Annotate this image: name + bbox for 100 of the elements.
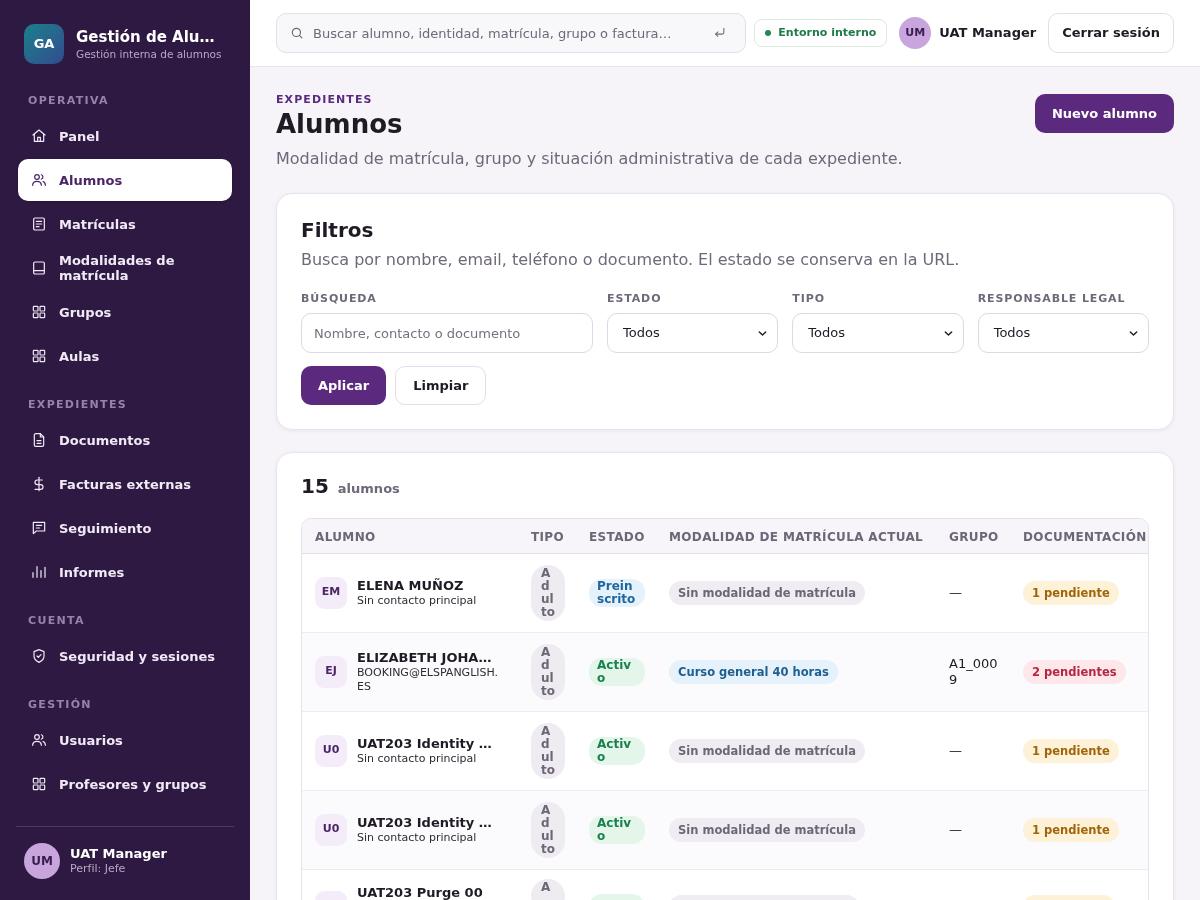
search-input[interactable]: Nombre, contacto o documento	[301, 313, 593, 353]
new-student-button[interactable]: Nuevo alumno	[1034, 94, 1174, 133]
sidebar-item[interactable]: Modalidades de matrícula	[18, 247, 232, 289]
filters-description: Busca por nombre, email, teléfono o documento. El estado se conserva en la URL.	[301, 249, 961, 271]
filter-label: BÚSQUEDA	[301, 292, 378, 306]
initials-avatar: EJ	[315, 655, 347, 688]
house-icon	[31, 128, 47, 144]
group-name: A1_0009	[949, 655, 999, 688]
status-badge: Activo	[589, 815, 645, 844]
documentation-badge: 1 pendiente	[1023, 818, 1119, 843]
initials-avatar: U0	[315, 734, 347, 767]
sidebar-item[interactable]: Seguimiento	[18, 507, 232, 549]
app-title: Gestión de Alu…	[76, 27, 216, 47]
column-header: MODALIDAD DE MATRÍCULA ACTUAL	[669, 529, 924, 544]
grid-icon	[31, 776, 47, 792]
filter-label: ESTADO	[607, 292, 663, 306]
logout-button[interactable]: Cerrar sesión	[1048, 13, 1174, 53]
status-badge: Activo	[589, 736, 645, 765]
filter-label: TIPO	[792, 292, 826, 306]
student-name: UAT203 Purge 00	[357, 885, 484, 899]
book-icon	[31, 260, 47, 276]
user-avatar: UM	[24, 843, 60, 879]
initials-avatar: EM	[315, 576, 347, 609]
type-badge: Adulto	[531, 564, 565, 621]
search-icon	[290, 26, 304, 40]
section-label: CUENTA	[27, 614, 86, 628]
result-count-label: alumnos	[337, 480, 400, 498]
student-name: UAT203 Identity …	[357, 735, 493, 752]
documentation-badge: 1 pendiente	[1023, 581, 1119, 606]
column-header: GRUPO	[949, 529, 999, 544]
student-contact: Sin contacto principal	[357, 830, 478, 845]
modality-badge: Sin modalidad de matrícula	[669, 818, 865, 843]
sidebar-item[interactable]: Panel	[18, 115, 232, 157]
modality-badge: Sin modalidad de matrícula	[669, 739, 865, 764]
sidebar-item[interactable]: Informes	[18, 551, 232, 593]
apply-button[interactable]: Aplicar	[301, 366, 387, 405]
group-name: —	[949, 584, 963, 601]
column-header: ESTADO	[589, 529, 645, 544]
status-badge: Activo	[589, 657, 645, 686]
sidebar-item[interactable]: Facturas externas	[18, 463, 232, 505]
grid-icon	[31, 348, 47, 364]
filter-label: RESPONSABLE LEGAL	[977, 292, 1127, 306]
select-field[interactable]: Todos	[792, 313, 964, 353]
column-header: DOCUMENTACIÓN	[1023, 529, 1147, 544]
logo-tile: GA	[24, 24, 64, 64]
type-badge: A	[531, 878, 565, 900]
group-name: —	[949, 821, 963, 838]
documentation-badge: 2 pendientes	[1023, 660, 1126, 685]
section-label: OPERATIVA	[27, 94, 110, 108]
user-avatar: UM	[899, 17, 932, 49]
documentation-badge: 1 pendiente	[1023, 739, 1119, 764]
chat-icon	[31, 520, 47, 536]
sidebar-item[interactable]: Seguridad y sesiones	[18, 635, 232, 677]
bar-chart-icon	[31, 564, 47, 580]
type-badge: Adulto	[531, 722, 565, 779]
result-count: 15	[301, 474, 329, 498]
user-name: UAT Manager	[70, 846, 167, 862]
environment-label: Entorno interno	[778, 24, 877, 41]
page-eyebrow: EXPEDIENTES	[276, 93, 374, 107]
clear-button[interactable]: Limpiar	[395, 366, 487, 405]
page-title: Alumnos	[276, 108, 404, 140]
sidebar-item[interactable]: Matrículas	[18, 203, 232, 245]
initials-avatar: U0	[315, 813, 347, 846]
sidebar-item[interactable]: Usuarios	[18, 719, 232, 761]
type-badge: Adulto	[531, 801, 565, 858]
student-contact: BOOKING@ELSPANGLISH.ES	[357, 665, 499, 694]
sidebar-item[interactable]: Alumnos	[18, 159, 232, 201]
sidebar-item[interactable]: Profesores y grupos	[18, 763, 232, 805]
sidebar-item[interactable]: Aulas	[18, 335, 232, 377]
select-field[interactable]: Todos	[977, 313, 1149, 353]
status-badge: Preinscrito	[589, 578, 645, 607]
search-field[interactable]: Buscar alumno, identidad, matrícula, grupo o factura…	[276, 13, 746, 53]
document-list-icon	[31, 216, 47, 232]
student-contact: Sin contacto principal	[357, 751, 478, 766]
select-field[interactable]: Todos	[607, 313, 779, 353]
modality-badge: Curso general 40 horas	[669, 660, 838, 685]
dollar-icon	[31, 476, 47, 492]
filters-title: Filtros	[301, 218, 375, 242]
type-badge: Adulto	[531, 643, 565, 700]
section-label: EXPEDIENTES	[27, 398, 128, 412]
student-name: UAT203 Identity …	[357, 814, 493, 831]
users-icon	[31, 172, 47, 188]
user-name: UAT Manager	[939, 24, 1037, 43]
grid-icon	[31, 304, 47, 320]
sidebar-item[interactable]: Grupos	[18, 291, 232, 333]
column-header: TIPO	[531, 529, 565, 544]
section-label: GESTIÓN	[27, 698, 93, 712]
student-name: ELENA MUÑOZ	[357, 577, 465, 594]
student-name: ELIZABETH JOHA…	[357, 649, 493, 666]
app-subtitle: Gestión interna de alumnos	[76, 47, 222, 61]
group-name: —	[949, 742, 963, 759]
student-contact: Sin contacto principal	[357, 593, 478, 608]
user-role: Perfil: Jefe	[70, 862, 127, 876]
shield-check-icon	[31, 648, 47, 664]
users-icon	[31, 732, 47, 748]
column-header: ALUMNO	[315, 529, 376, 544]
enter-icon	[713, 26, 726, 39]
sidebar-item[interactable]: Documentos	[18, 419, 232, 461]
file-text-icon	[31, 432, 47, 448]
modality-badge: Sin modalidad de matrícula	[669, 581, 865, 606]
